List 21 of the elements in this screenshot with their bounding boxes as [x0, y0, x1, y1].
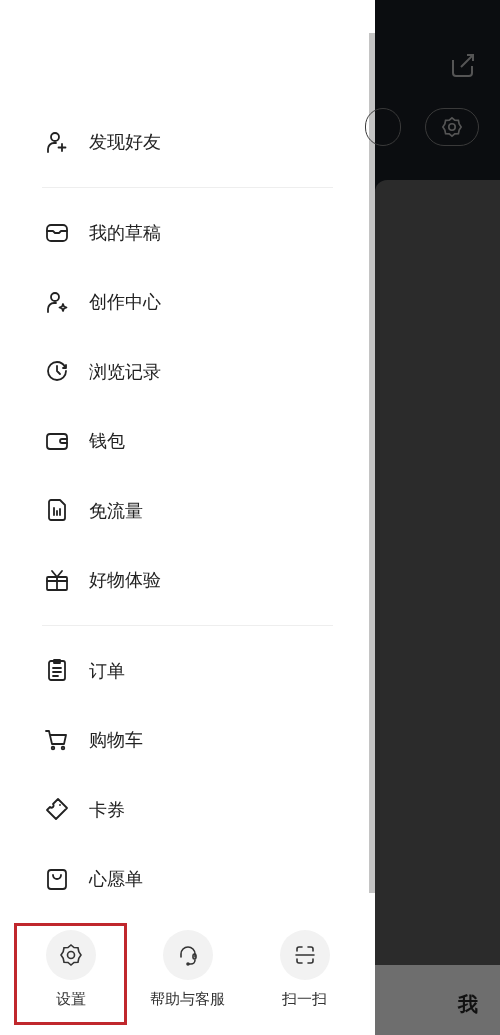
action-button[interactable]: 设置: [14, 923, 127, 1025]
menu-item[interactable]: 心愿单: [89, 865, 143, 893]
menu-item[interactable]: 免流量: [89, 496, 143, 524]
menu-item[interactable]: 浏览记录: [89, 357, 161, 385]
settings-icon: [441, 116, 463, 138]
edit-icon[interactable]: [450, 52, 476, 78]
scroll-bar[interactable]: [369, 33, 375, 893]
scan-icon: [292, 943, 317, 967]
menu-item[interactable]: 好物体验: [89, 566, 161, 594]
tab[interactable]: 我: [452, 973, 484, 1035]
ticket-icon: [44, 796, 70, 823]
menu-item[interactable]: 发现好友: [89, 128, 161, 156]
menu-item[interactable]: 我的草稿: [89, 218, 161, 246]
settings-icon: [58, 943, 83, 967]
menu-item[interactable]: 钱包: [89, 427, 125, 455]
action-button[interactable]: 扫一扫: [248, 923, 361, 1025]
menu-item[interactable]: 订单: [89, 656, 125, 684]
menu-item[interactable]: 卡券: [89, 795, 125, 823]
action-button[interactable]: 帮助与客服: [131, 923, 244, 1025]
menu-item[interactable]: 购物车: [89, 726, 143, 754]
menu-item[interactable]: 创作中心: [89, 288, 161, 316]
